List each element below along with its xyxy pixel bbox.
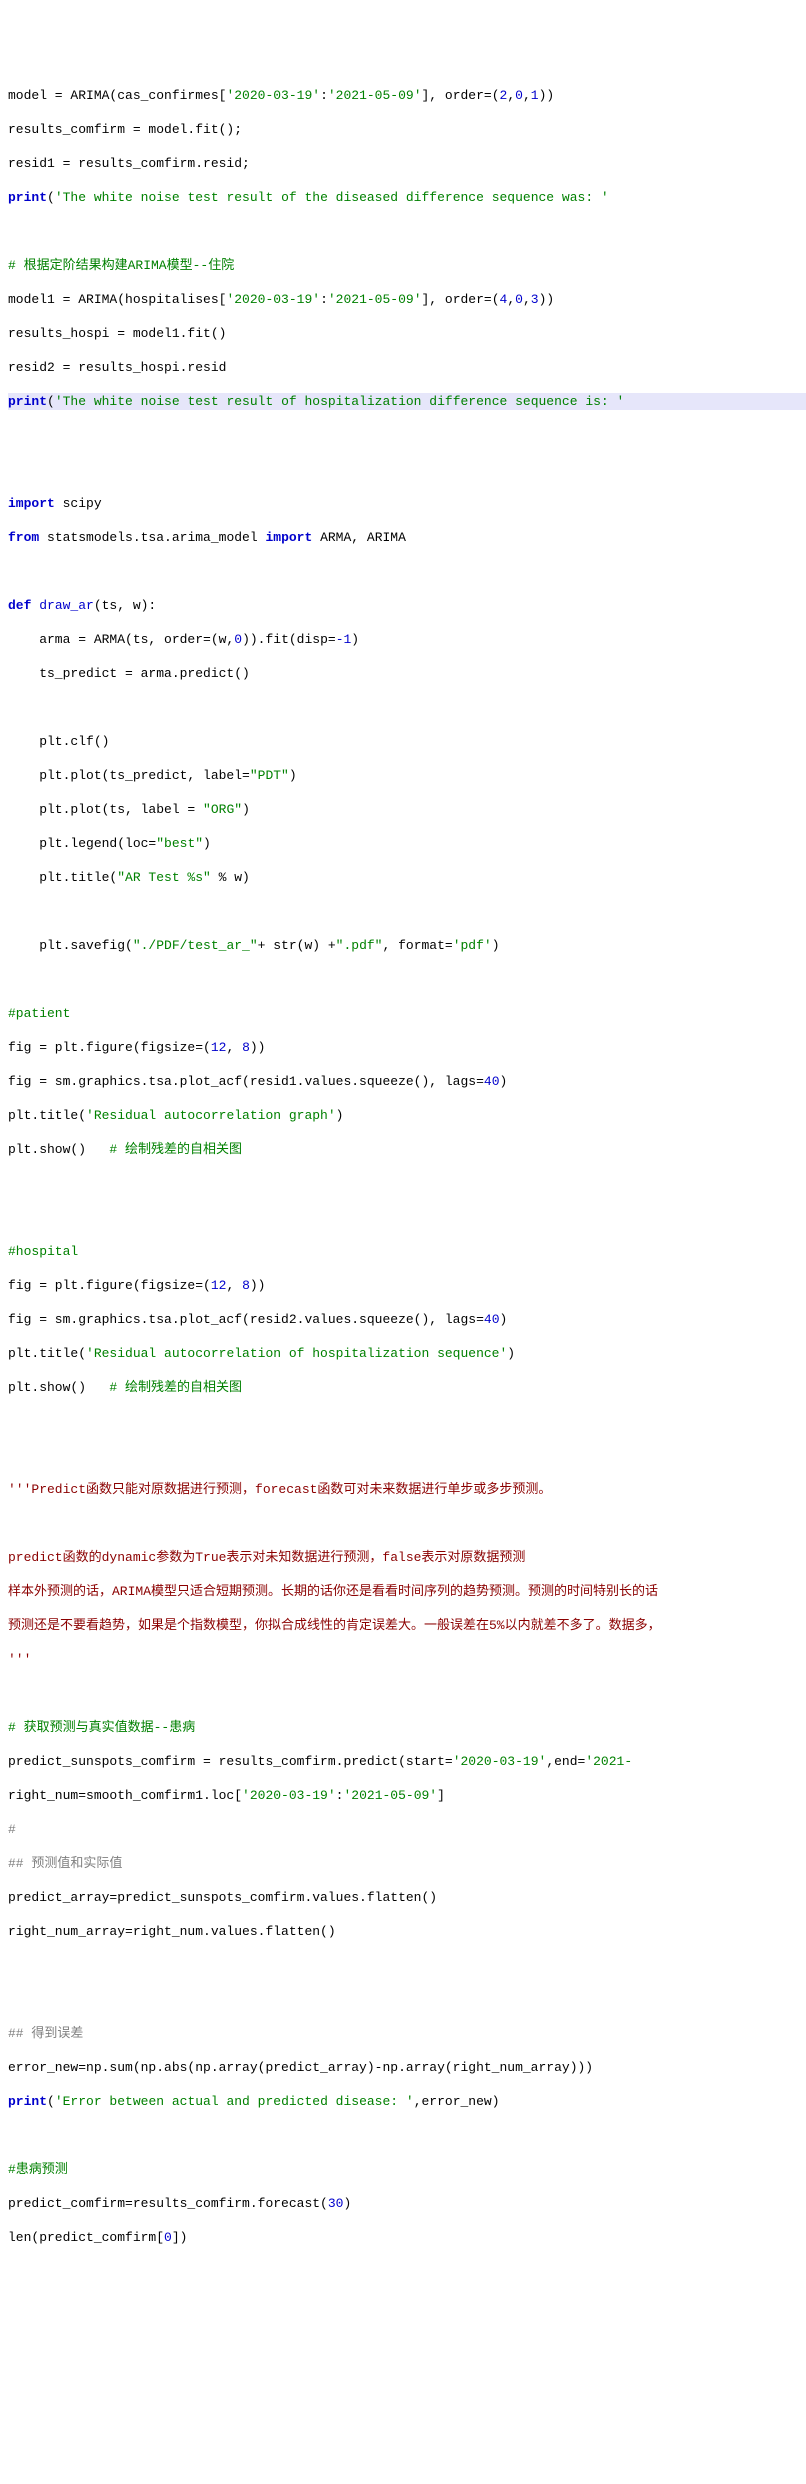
code-line [8,563,806,580]
code-line [8,1209,806,1226]
code-line: plt.title('Residual autocorrelation of h… [8,1345,806,1362]
code-editor[interactable]: model = ARIMA(cas_confirmes['2020-03-19'… [8,70,806,2399]
code-line: predict_sunspots_comfirm = results_comfi… [8,1753,806,1770]
code-line [8,1685,806,1702]
code-line: ts_predict = arma.predict() [8,665,806,682]
code-line: plt.show() # 绘制残差的自相关图 [8,1379,806,1396]
code-line: 样本外预测的话，ARIMA模型只适合短期预测。长期的话你还是看看时间序列的趋势预… [8,1583,806,1600]
code-line [8,1447,806,1464]
code-line: arma = ARMA(ts, order=(w,0)).fit(disp=-1… [8,631,806,648]
code-line: ''' [8,1651,806,1668]
code-line: print('Error between actual and predicte… [8,2093,806,2110]
code-line: predict_comfirm=results_comfirm.forecast… [8,2195,806,2212]
code-line [8,2365,806,2382]
code-line [8,2297,806,2314]
code-line: right_num=smooth_comfirm1.loc['2020-03-1… [8,1787,806,1804]
code-line: '''Predict函数只能对原数据进行预测，forecast函数可对未来数据进… [8,1481,806,1498]
code-line: 预测还是不要看趋势，如果是个指数模型，你拟合成线性的肯定误差大。一般误差在5%以… [8,1617,806,1634]
code-line: model1 = ARIMA(hospitalises['2020-03-19'… [8,291,806,308]
code-line: fig = plt.figure(figsize=(12, 8)) [8,1039,806,1056]
code-line: resid2 = results_hospi.resid [8,359,806,376]
code-line: def draw_ar(ts, w): [8,597,806,614]
code-line [8,2263,806,2280]
code-line: error_new=np.sum(np.abs(np.array(predict… [8,2059,806,2076]
code-line: #患病预测 [8,2161,806,2178]
code-line: #patient [8,1005,806,1022]
code-line [8,699,806,716]
code-line: #hospital [8,1243,806,1260]
code-line: plt.show() # 绘制残差的自相关图 [8,1141,806,1158]
code-line: plt.title('Residual autocorrelation grap… [8,1107,806,1124]
code-line: plt.title("AR Test %s" % w) [8,869,806,886]
code-line: predict函数的dynamic参数为True表示对未知数据进行预测，fals… [8,1549,806,1566]
code-line [8,461,806,478]
code-line: len(predict_comfirm[0]) [8,2229,806,2246]
code-line: ## 得到误差 [8,2025,806,2042]
code-line: ## 预测值和实际值 [8,1855,806,1872]
code-line [8,427,806,444]
code-line: model = ARIMA(cas_confirmes['2020-03-19'… [8,87,806,104]
code-line: from statsmodels.tsa.arima_model import … [8,529,806,546]
code-line [8,223,806,240]
code-line: results_hospi = model1.fit() [8,325,806,342]
code-line [8,2127,806,2144]
code-line: plt.legend(loc="best") [8,835,806,852]
code-line: predict_array=predict_sunspots_comfirm.v… [8,1889,806,1906]
code-line [8,1175,806,1192]
code-line [8,903,806,920]
code-line: resid1 = results_comfirm.resid; [8,155,806,172]
code-line: plt.plot(ts_predict, label="PDT") [8,767,806,784]
code-line [8,1957,806,1974]
code-line-highlighted: print('The white noise test result of ho… [8,393,806,410]
code-line: right_num_array=right_num.values.flatten… [8,1923,806,1940]
code-line: print('The white noise test result of th… [8,189,806,206]
code-line: fig = sm.graphics.tsa.plot_acf(resid1.va… [8,1073,806,1090]
code-line [8,2331,806,2348]
code-line: results_comfirm = model.fit(); [8,121,806,138]
code-line: import scipy [8,495,806,512]
code-line [8,971,806,988]
code-line [8,1413,806,1430]
code-line [8,1991,806,2008]
code-line: # 根据定阶结果构建ARIMA模型--住院 [8,257,806,274]
code-line: plt.clf() [8,733,806,750]
code-line [8,1515,806,1532]
code-line: # 获取预测与真实值数据--患病 [8,1719,806,1736]
code-line: fig = sm.graphics.tsa.plot_acf(resid2.va… [8,1311,806,1328]
code-line: plt.plot(ts, label = "ORG") [8,801,806,818]
code-line: fig = plt.figure(figsize=(12, 8)) [8,1277,806,1294]
code-line: # [8,1821,806,1838]
code-line: plt.savefig("./PDF/test_ar_"+ str(w) +".… [8,937,806,954]
